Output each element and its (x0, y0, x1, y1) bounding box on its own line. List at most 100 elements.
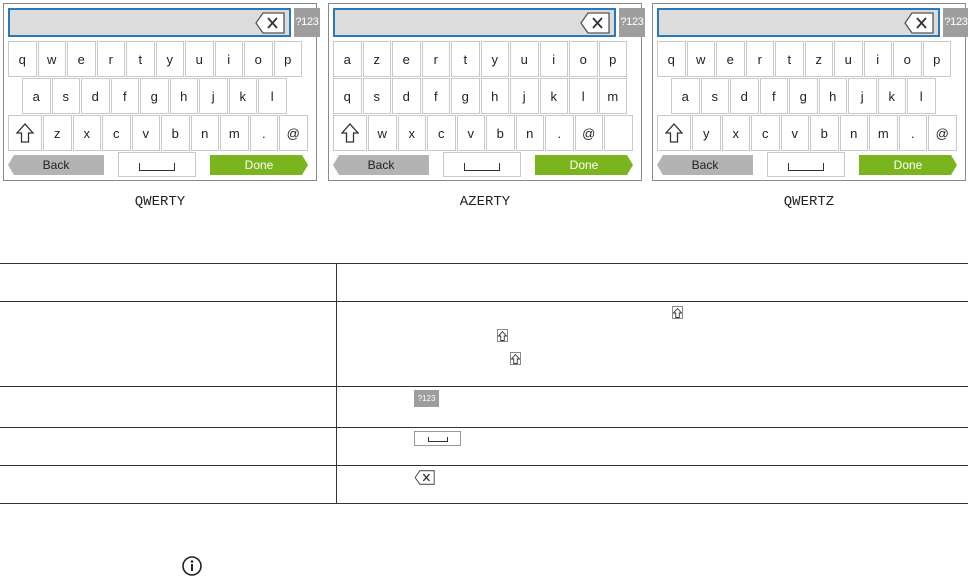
key[interactable]: v (131, 115, 160, 151)
key[interactable] (604, 115, 633, 151)
key[interactable]: u (834, 41, 863, 77)
key[interactable]: e (67, 41, 96, 77)
key[interactable]: v (456, 115, 485, 151)
key[interactable]: z (43, 115, 72, 151)
key[interactable]: s (51, 78, 80, 114)
key[interactable]: p (922, 41, 951, 77)
key[interactable]: o (569, 41, 598, 77)
key[interactable]: h (169, 78, 198, 114)
key[interactable]: y (692, 115, 721, 151)
key[interactable]: f (110, 78, 139, 114)
key[interactable]: l (907, 78, 936, 114)
key[interactable]: e (392, 41, 421, 77)
key[interactable]: m (869, 115, 898, 151)
space-icon[interactable] (118, 152, 196, 177)
symbols-key[interactable]: ?123 (294, 8, 320, 37)
key[interactable]: n (839, 115, 868, 151)
key[interactable]: l (569, 78, 598, 114)
key[interactable]: y (480, 41, 509, 77)
key[interactable]: r (96, 41, 125, 77)
back-button[interactable]: Back (333, 155, 429, 175)
key[interactable]: v (780, 115, 809, 151)
key[interactable]: g (789, 78, 818, 114)
key[interactable]: b (161, 115, 190, 151)
key[interactable]: x (397, 115, 426, 151)
key[interactable]: p (598, 41, 627, 77)
key[interactable]: d (730, 78, 759, 114)
key[interactable]: h (818, 78, 847, 114)
key[interactable]: a (333, 41, 362, 77)
symbols-key[interactable]: ?123 (943, 8, 968, 37)
symbols-key[interactable]: ?123 (619, 8, 645, 37)
key[interactable]: d (392, 78, 421, 114)
key[interactable]: t (775, 41, 804, 77)
key[interactable]: n (190, 115, 219, 151)
done-button[interactable]: Done (210, 155, 308, 175)
space-icon[interactable] (443, 152, 521, 177)
shift-icon[interactable] (8, 115, 42, 151)
text-input-field[interactable] (657, 8, 940, 37)
key[interactable]: s (700, 78, 729, 114)
key[interactable]: p (273, 41, 302, 77)
key[interactable]: q (8, 41, 37, 77)
key[interactable]: @ (574, 115, 603, 151)
key[interactable]: z (362, 41, 391, 77)
key[interactable]: j (199, 78, 228, 114)
key[interactable]: q (657, 41, 686, 77)
key[interactable]: k (877, 78, 906, 114)
done-button[interactable]: Done (859, 155, 957, 175)
shift-icon[interactable] (657, 115, 691, 151)
key[interactable]: f (759, 78, 788, 114)
key[interactable]: m (220, 115, 249, 151)
key[interactable]: a (671, 78, 700, 114)
back-button[interactable]: Back (657, 155, 753, 175)
key[interactable]: a (22, 78, 51, 114)
backspace-icon[interactable] (255, 12, 286, 34)
key[interactable]: e (716, 41, 745, 77)
key[interactable]: k (539, 78, 568, 114)
key[interactable]: n (515, 115, 544, 151)
key[interactable]: c (427, 115, 456, 151)
key[interactable]: i (863, 41, 892, 77)
key[interactable]: r (745, 41, 774, 77)
key[interactable]: t (451, 41, 480, 77)
shift-icon[interactable] (333, 115, 367, 151)
back-button[interactable]: Back (8, 155, 104, 175)
backspace-icon[interactable] (904, 12, 935, 34)
key[interactable]: z (804, 41, 833, 77)
key[interactable]: j (848, 78, 877, 114)
key[interactable]: b (810, 115, 839, 151)
key[interactable]: l (258, 78, 287, 114)
text-input-field[interactable] (333, 8, 616, 37)
text-input-field[interactable] (8, 8, 291, 37)
key[interactable]: @ (928, 115, 957, 151)
key[interactable]: o (893, 41, 922, 77)
key[interactable]: g (140, 78, 169, 114)
key[interactable]: . (898, 115, 927, 151)
space-icon[interactable] (767, 152, 845, 177)
key[interactable]: h (480, 78, 509, 114)
key[interactable]: i (214, 41, 243, 77)
key[interactable]: c (102, 115, 131, 151)
key[interactable]: b (486, 115, 515, 151)
key[interactable]: u (185, 41, 214, 77)
key[interactable]: . (545, 115, 574, 151)
key[interactable]: k (228, 78, 257, 114)
key[interactable]: u (510, 41, 539, 77)
key[interactable]: o (244, 41, 273, 77)
key[interactable]: x (72, 115, 101, 151)
key[interactable]: t (126, 41, 155, 77)
key[interactable]: r (421, 41, 450, 77)
key[interactable]: f (421, 78, 450, 114)
key[interactable]: w (368, 115, 397, 151)
key[interactable]: x (721, 115, 750, 151)
key[interactable]: j (510, 78, 539, 114)
key[interactable]: i (539, 41, 568, 77)
key[interactable]: w (686, 41, 715, 77)
done-button[interactable]: Done (535, 155, 633, 175)
key[interactable]: q (333, 78, 362, 114)
backspace-icon[interactable] (580, 12, 611, 34)
key[interactable]: s (362, 78, 391, 114)
key[interactable]: d (81, 78, 110, 114)
key[interactable]: . (249, 115, 278, 151)
